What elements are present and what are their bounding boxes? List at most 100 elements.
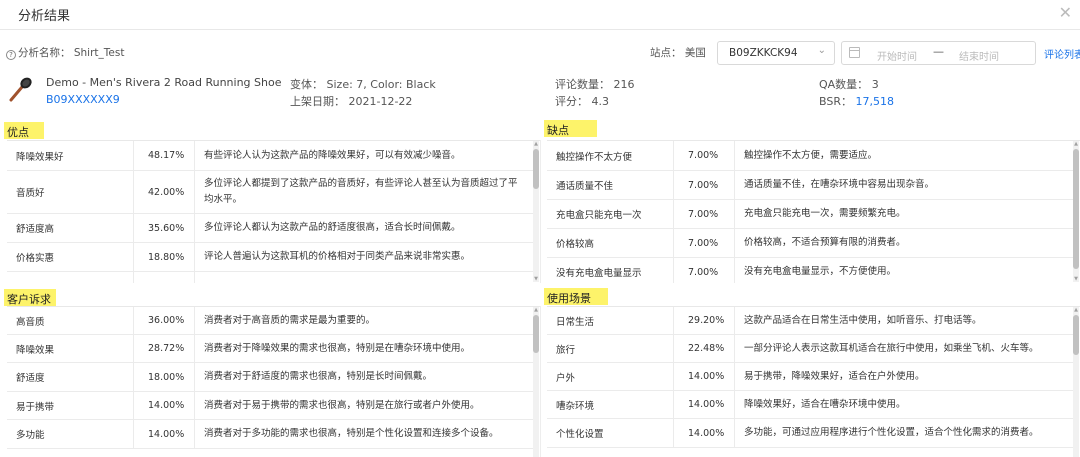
row-percentage: 18.80%	[134, 243, 195, 271]
rating-value: 4.3	[591, 95, 610, 108]
table-row: 价格实惠 18.80% 评论人普遍认为这款耳机的价格相对于同类产品来说非常实惠。	[7, 243, 533, 272]
scroll-thumb[interactable]	[1073, 315, 1079, 355]
row-percentage: 7.00%	[674, 141, 735, 170]
table-row: 降噪效果好 48.17% 有些评论人认为这款产品的降噪效果好，可以有效减少噪音。	[7, 141, 533, 171]
review-list-link[interactable]: 评论列表	[1044, 46, 1080, 61]
table-row: 价格较高 7.00% 价格较高，不适合预算有限的消费者。	[547, 229, 1073, 258]
cons-table: 触控操作不太方便 7.00% 触控操作不太方便，需要适应。 通话质量不佳 7.00% 通话…	[547, 140, 1080, 283]
row-percentage: 14.00%	[134, 392, 195, 419]
analysis-name-label: 分析名称：	[18, 47, 71, 59]
dialog-titlebar: 分析结果 ✕	[0, 0, 1080, 30]
table-row: 充电盒只能充电一次 7.00% 充电盒只能充电一次，需要频繁充电。	[547, 200, 1073, 229]
row-name: 降噪效果	[7, 335, 134, 362]
scroll-up-icon[interactable]: ▲	[533, 141, 539, 147]
asin-select-value: B09ZKKCK94	[729, 47, 798, 59]
row-description: 一部分评论人表示这款耳机适合在旅行中使用，如乘坐飞机、火车等。	[744, 342, 1039, 354]
row-description: 评论人普遍认为这款耳机的价格相对于同类产品来说非常实惠。	[204, 251, 471, 262]
variant-value: Size: 7, Color: Black	[326, 78, 436, 91]
row-description: 没有充电盒电量显示，不方便使用。	[744, 266, 897, 277]
table-row: 没有充电盒电量显示 7.00% 没有充电盒电量显示，不方便使用。	[547, 258, 1073, 283]
hairbrush-product-thumbnail	[9, 77, 32, 102]
row-name: 户外	[547, 363, 674, 390]
listed-date-info: 上架日期： 2021-12-22	[290, 93, 412, 109]
close-icon[interactable]: ✕	[1059, 3, 1072, 22]
site-info: 站点： 美国	[650, 45, 706, 60]
row-name: 舒适度	[7, 363, 134, 391]
chevron-down-icon: ⌄	[817, 45, 826, 56]
row-name: 价格较高	[547, 229, 674, 257]
column-divider	[540, 140, 541, 283]
row-description: 多功能，可通过应用程序进行个性化设置，适合个性化需求的消费者。	[744, 427, 1039, 438]
scenarios-scrollbar[interactable]: ▲	[1073, 307, 1079, 457]
row-description: 降噪效果好，适合在嘈杂环境中使用。	[744, 398, 906, 410]
bsr-info: BSR： 17,518	[819, 93, 894, 109]
cons-scrollbar[interactable]: ▲ ▼	[1073, 141, 1079, 282]
row-percentage: 7.00%	[674, 171, 735, 199]
scroll-down-icon[interactable]: ▼	[1073, 276, 1079, 282]
scroll-up-icon[interactable]: ▲	[1073, 307, 1079, 313]
row-description: 充电盒只能充电一次，需要频繁充电。	[744, 208, 906, 219]
row-name: 价格实惠	[7, 243, 134, 271]
site-value: 美国	[684, 47, 706, 59]
row-description: 通话质量不佳，在嘈杂环境中容易出现杂音。	[744, 179, 935, 190]
scenarios-table: 日常生活 29.20% 这款产品适合在日常生活中使用，如听音乐、打电话等。 旅行 22.…	[547, 306, 1080, 457]
calendar-icon	[849, 47, 860, 58]
row-name: 音质好	[7, 171, 134, 213]
table-row: 嘈杂环境 14.00% 降噪效果好，适合在嘈杂环境中使用。	[547, 391, 1073, 419]
scroll-down-icon[interactable]: ▼	[533, 276, 539, 282]
table-row: 高音质 36.00% 消费者对于高音质的需求是最为重要的。	[7, 307, 533, 335]
date-end-input[interactable]: 结束时间	[959, 48, 999, 63]
row-percentage: 14.00%	[674, 363, 735, 390]
help-icon[interactable]: ?	[6, 50, 16, 60]
row-name: 嘈杂环境	[547, 391, 674, 418]
row-name: 易于携带	[7, 392, 134, 419]
pros-scrollbar[interactable]: ▲ ▼	[533, 141, 539, 282]
date-range-picker[interactable]: 开始时间 — 结束时间	[841, 41, 1036, 65]
column-divider	[540, 306, 541, 457]
row-name	[7, 272, 134, 283]
row-name: 多功能	[7, 420, 134, 448]
rating-label: 评分：	[555, 95, 588, 108]
table-row: 降噪效果 28.72% 消费者对于降噪效果的需求也很高，特别是在嘈杂环境中使用。	[7, 335, 533, 363]
row-description: 消费者对于舒适度的需求也很高，特别是长时间佩戴。	[204, 371, 433, 382]
date-start-input[interactable]: 开始时间	[877, 48, 917, 63]
listed-date-label: 上架日期：	[290, 95, 345, 108]
scroll-thumb[interactable]	[533, 315, 539, 353]
scroll-thumb[interactable]	[1073, 149, 1079, 269]
asin-select[interactable]: B09ZKKCK94 ⌄	[717, 41, 835, 65]
row-percentage	[134, 272, 195, 283]
section-title-pros: 优点	[4, 122, 44, 139]
table-row: 舒适度高 35.60% 多位评论人都认为这款产品的舒适度很高，适合长时间佩戴。	[7, 214, 533, 243]
filter-bar: ? 分析名称： Shirt_Test 站点： 美国 B09ZKKCK94 ⌄ 开始…	[0, 40, 1080, 66]
product-name: Demo - Men's Rivera 2 Road Running Shoe	[46, 76, 282, 89]
row-description: 触控操作不太方便，需要适应。	[744, 149, 878, 161]
table-row: 日常生活 29.20% 这款产品适合在日常生活中使用，如听音乐、打电话等。	[547, 307, 1073, 335]
row-description: 消费者对于降噪效果的需求也很高，特别是在嘈杂环境中使用。	[204, 342, 471, 354]
row-name: 没有充电盒电量显示	[547, 258, 674, 283]
row-percentage: 28.72%	[134, 335, 195, 362]
scroll-up-icon[interactable]: ▲	[1073, 141, 1079, 147]
row-name: 通话质量不佳	[547, 171, 674, 199]
scroll-up-icon[interactable]: ▲	[533, 307, 539, 313]
row-name: 个性化设置	[547, 419, 674, 447]
row-description	[195, 272, 533, 283]
row-name: 充电盒只能充电一次	[547, 200, 674, 228]
qa-count-value: 3	[871, 78, 879, 91]
scroll-thumb[interactable]	[533, 149, 539, 189]
table-row: 触控操作不太方便 7.00% 触控操作不太方便，需要适应。	[547, 141, 1073, 171]
needs-scrollbar[interactable]: ▲	[533, 307, 539, 457]
row-description: 消费者对于易于携带的需求也很高，特别是在旅行或者户外使用。	[204, 399, 480, 411]
row-percentage: 22.48%	[674, 335, 735, 362]
row-description: 这款产品适合在日常生活中使用，如听音乐、打电话等。	[744, 314, 982, 326]
table-row-partial	[7, 272, 533, 283]
row-percentage: 18.00%	[134, 363, 195, 391]
variant-label: 变体：	[290, 78, 323, 91]
bsr-value[interactable]: 17,518	[855, 95, 894, 108]
row-description: 价格较高，不适合预算有限的消费者。	[744, 237, 906, 248]
product-asin-link[interactable]: B09XXXXXX9	[46, 93, 120, 106]
row-description: 易于携带，降噪效果好，适合在户外使用。	[744, 370, 925, 382]
needs-table: 高音质 36.00% 消费者对于高音质的需求是最为重要的。 降噪效果 28.72% 消费者…	[7, 306, 540, 457]
section-title-scenarios: 使用场景	[544, 288, 608, 305]
row-percentage: 14.00%	[134, 420, 195, 448]
row-description: 消费者对于高音质的需求是最为重要的。	[204, 314, 376, 326]
